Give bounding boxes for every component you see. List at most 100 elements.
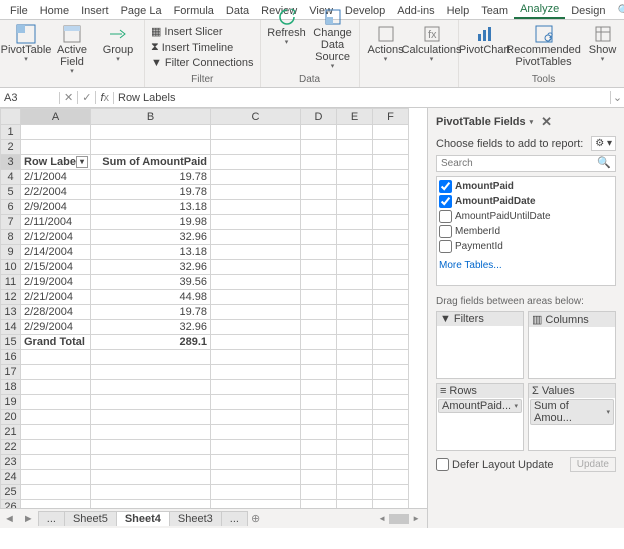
cell-C6[interactable]: [211, 200, 301, 215]
row-header-6[interactable]: 6: [1, 200, 21, 215]
pivotchart-button[interactable]: PivotChart: [463, 22, 507, 58]
row-header-26[interactable]: 26: [1, 500, 21, 509]
field-list[interactable]: AmountPaidAmountPaidDateAmountPaidUntilD…: [436, 176, 616, 286]
refresh-button[interactable]: Refresh▾: [265, 5, 309, 49]
col-header-C[interactable]: C: [211, 109, 301, 125]
cell-C8[interactable]: [211, 230, 301, 245]
cell-E19[interactable]: [337, 395, 373, 410]
cell-A15[interactable]: Grand Total: [21, 335, 91, 350]
cell-A13[interactable]: 2/28/2004: [21, 305, 91, 320]
cell-B18[interactable]: [91, 380, 211, 395]
cell-E22[interactable]: [337, 440, 373, 455]
cell-F22[interactable]: [373, 440, 409, 455]
col-header-B[interactable]: B: [91, 109, 211, 125]
cell-B7[interactable]: 19.98: [91, 215, 211, 230]
cell-D16[interactable]: [301, 350, 337, 365]
cell-B5[interactable]: 19.78: [91, 185, 211, 200]
recommended-pivottables-button[interactable]: ? Recommended PivotTables: [509, 22, 579, 70]
cell-F4[interactable]: [373, 170, 409, 185]
cell-C9[interactable]: [211, 245, 301, 260]
pivottable-button[interactable]: PivotTable▾: [4, 22, 48, 66]
cell-B24[interactable]: [91, 470, 211, 485]
field-amountpaiddate[interactable]: AmountPaidDate: [439, 194, 613, 209]
cell-A1[interactable]: [21, 125, 91, 140]
cell-B22[interactable]: [91, 440, 211, 455]
cell-A10[interactable]: 2/15/2004: [21, 260, 91, 275]
cell-B16[interactable]: [91, 350, 211, 365]
cell-F21[interactable]: [373, 425, 409, 440]
col-header-F[interactable]: F: [373, 109, 409, 125]
spreadsheet-grid[interactable]: ABCDEF123Row LabelsSum of AmountPaid42/1…: [0, 108, 427, 508]
cell-A3[interactable]: Row Labels: [21, 155, 91, 170]
cell-D15[interactable]: [301, 335, 337, 350]
cell-B10[interactable]: 32.96: [91, 260, 211, 275]
cell-D10[interactable]: [301, 260, 337, 275]
cell-D21[interactable]: [301, 425, 337, 440]
cell-F8[interactable]: [373, 230, 409, 245]
cell-F3[interactable]: [373, 155, 409, 170]
cell-A18[interactable]: [21, 380, 91, 395]
cell-E24[interactable]: [337, 470, 373, 485]
cell-E5[interactable]: [337, 185, 373, 200]
cell-A22[interactable]: [21, 440, 91, 455]
row-header-4[interactable]: 4: [1, 170, 21, 185]
cell-D7[interactable]: [301, 215, 337, 230]
cell-E10[interactable]: [337, 260, 373, 275]
cell-A6[interactable]: 2/9/2004: [21, 200, 91, 215]
tab-add-ins[interactable]: Add-ins: [391, 3, 440, 19]
cell-D2[interactable]: [301, 140, 337, 155]
change-data-source-button[interactable]: Change Data Source▾: [311, 5, 355, 73]
cell-D13[interactable]: [301, 305, 337, 320]
cell-E6[interactable]: [337, 200, 373, 215]
tab-help[interactable]: Help: [441, 3, 476, 19]
row-header-7[interactable]: 7: [1, 215, 21, 230]
cell-D25[interactable]: [301, 485, 337, 500]
cell-E18[interactable]: [337, 380, 373, 395]
row-header-1[interactable]: 1: [1, 125, 21, 140]
formula-bar[interactable]: Row Labels: [114, 92, 610, 104]
cell-C5[interactable]: [211, 185, 301, 200]
cell-D22[interactable]: [301, 440, 337, 455]
cell-E25[interactable]: [337, 485, 373, 500]
cell-E11[interactable]: [337, 275, 373, 290]
sheet-tab-...[interactable]: ...: [221, 511, 248, 526]
search-icon[interactable]: 🔍: [593, 156, 615, 171]
row-header-18[interactable]: 18: [1, 380, 21, 395]
cell-F11[interactable]: [373, 275, 409, 290]
cell-A19[interactable]: [21, 395, 91, 410]
row-header-20[interactable]: 20: [1, 410, 21, 425]
cell-F19[interactable]: [373, 395, 409, 410]
row-header-9[interactable]: 9: [1, 245, 21, 260]
cell-A24[interactable]: [21, 470, 91, 485]
cell-C10[interactable]: [211, 260, 301, 275]
cell-E16[interactable]: [337, 350, 373, 365]
cell-E14[interactable]: [337, 320, 373, 335]
tab-data[interactable]: Data: [220, 3, 255, 19]
cell-E4[interactable]: [337, 170, 373, 185]
cell-F1[interactable]: [373, 125, 409, 140]
cell-B3[interactable]: Sum of AmountPaid: [91, 155, 211, 170]
cell-A8[interactable]: 2/12/2004: [21, 230, 91, 245]
field-amountpaid[interactable]: AmountPaid: [439, 179, 613, 194]
cell-A14[interactable]: 2/29/2004: [21, 320, 91, 335]
cell-E20[interactable]: [337, 410, 373, 425]
cell-C25[interactable]: [211, 485, 301, 500]
row-header-15[interactable]: 15: [1, 335, 21, 350]
values-area[interactable]: ΣValues Sum of Amou...▾: [528, 383, 616, 451]
cell-D4[interactable]: [301, 170, 337, 185]
cell-B19[interactable]: [91, 395, 211, 410]
cell-C17[interactable]: [211, 365, 301, 380]
new-sheet-icon[interactable]: ⊕: [247, 512, 264, 525]
cell-B14[interactable]: 32.96: [91, 320, 211, 335]
sheet-tab-sheet4[interactable]: Sheet4: [116, 511, 170, 526]
tab-analyze[interactable]: Analyze: [514, 1, 565, 19]
cell-A4[interactable]: 2/1/2004: [21, 170, 91, 185]
cell-B11[interactable]: 39.56: [91, 275, 211, 290]
field-checkbox[interactable]: [439, 225, 452, 238]
cell-C20[interactable]: [211, 410, 301, 425]
row-header-5[interactable]: 5: [1, 185, 21, 200]
cell-D11[interactable]: [301, 275, 337, 290]
cell-C22[interactable]: [211, 440, 301, 455]
cell-B20[interactable]: [91, 410, 211, 425]
cell-A16[interactable]: [21, 350, 91, 365]
